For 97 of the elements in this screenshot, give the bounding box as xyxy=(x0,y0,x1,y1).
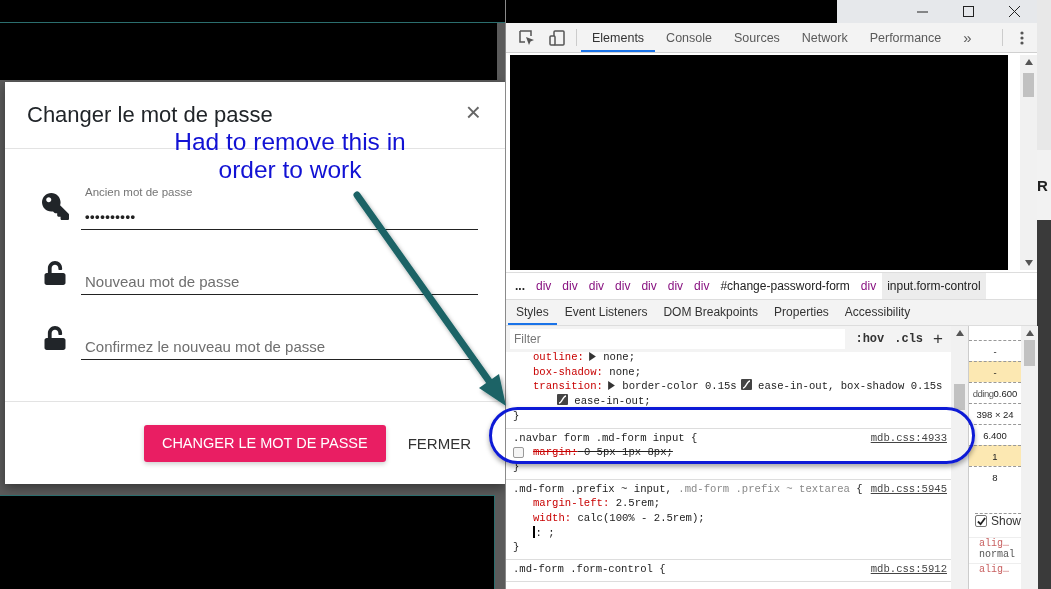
password-field[interactable]: Nouveau mot de passe xyxy=(81,247,478,295)
panel-tab[interactable]: Network xyxy=(790,23,859,52)
box-model-number: - xyxy=(993,345,997,357)
class-button[interactable]: .cls xyxy=(894,332,924,346)
unlocked-padlock-icon xyxy=(43,261,67,285)
checkbox[interactable] xyxy=(513,447,524,459)
box-model-label: dding xyxy=(972,387,994,399)
pane-tab[interactable]: Accessibility xyxy=(836,300,919,325)
scrollbar-thumb[interactable] xyxy=(954,384,965,410)
property-name[interactable]: width: xyxy=(533,512,572,525)
box-model-number: 398 × 24 xyxy=(976,408,1014,420)
property-name[interactable]: margin-left: xyxy=(533,497,610,510)
box-model-number: 6.400 xyxy=(983,429,1007,441)
easing-curve-icon[interactable] xyxy=(740,379,752,391)
property-name[interactable]: box-shadow: xyxy=(533,365,603,378)
breadcrumb[interactable]: div xyxy=(662,273,689,299)
scroll-down-icon xyxy=(1024,260,1033,266)
breadcrumb[interactable]: div xyxy=(610,273,636,299)
breadcrumb[interactable]: div xyxy=(689,273,715,299)
checkmark-icon xyxy=(976,516,986,526)
brace: { xyxy=(659,563,666,576)
property-value: 2.5rem; xyxy=(614,497,661,510)
scroll-up-icon xyxy=(1024,59,1033,65)
breadcrumb[interactable]: div xyxy=(855,273,882,299)
pane-tab[interactable]: DOM Breakpoints xyxy=(655,300,767,325)
close-button[interactable]: × xyxy=(461,99,485,125)
property-text[interactable]: : ; xyxy=(535,526,555,539)
property-value: none; xyxy=(608,365,642,378)
scrollbar[interactable] xyxy=(1021,326,1039,589)
property-value: 0 5px 1px 8px; xyxy=(582,446,673,459)
box-model-number: 8 xyxy=(992,471,998,483)
scrollbar-thumb[interactable] xyxy=(1023,73,1034,97)
annotation-text: Had to remove this in order to work xyxy=(173,128,407,184)
panel-tab[interactable]: Performance xyxy=(858,23,953,52)
scrollbar[interactable] xyxy=(1020,55,1037,270)
more-tabs-button[interactable]: » xyxy=(952,23,983,52)
breadcrumb[interactable]: #change-password-form xyxy=(715,273,855,299)
breadcrumb[interactable]: input.form-control xyxy=(882,273,986,299)
breadcrumb[interactable]: ... xyxy=(510,273,530,299)
mobile-device-icon xyxy=(549,29,565,46)
box-model-number: 0.600 xyxy=(993,387,1018,399)
box-model-number: 1 xyxy=(992,450,998,462)
property-value: ease-in-out, box-shadow 0.15s xyxy=(757,380,943,393)
css-selector[interactable]: .md-form .prefix ~ textarea xyxy=(678,482,850,495)
scrollbar[interactable] xyxy=(951,326,968,589)
css-selector[interactable]: .md-form .form-control xyxy=(513,563,653,576)
unlocked-padlock-icon xyxy=(43,326,67,350)
property-value: border-color 0.15s xyxy=(621,380,737,393)
key-icon xyxy=(41,193,69,220)
page-text: R xyxy=(1037,176,1048,194)
source-link[interactable]: mdb.css:5912 xyxy=(870,562,947,577)
property-value: ease-in-out; xyxy=(573,395,651,408)
checkbox[interactable] xyxy=(975,515,987,527)
property-name[interactable]: margin: xyxy=(533,446,578,459)
breadcrumb[interactable]: div xyxy=(531,273,557,299)
text-caret xyxy=(533,525,535,538)
expand-triangle-icon[interactable] xyxy=(587,352,597,361)
panel-tab[interactable]: Elements xyxy=(581,23,656,52)
source-link[interactable]: mdb.css:4933 xyxy=(870,430,947,446)
property-value: none; xyxy=(602,351,635,363)
change-password-button[interactable]: CHANGER LE MOT DE PASSE xyxy=(143,424,386,462)
pane-tab[interactable]: Event Listeners xyxy=(556,300,656,325)
expand-triangle-icon[interactable] xyxy=(606,381,616,391)
filter-field[interactable]: Filter xyxy=(510,329,846,349)
checkbox-label: Show xyxy=(991,514,1022,528)
css-selector[interactable]: .md-form .prefix ~ input, xyxy=(513,482,672,495)
close-dialog-button[interactable]: FERMER xyxy=(407,434,471,452)
new-rule-button[interactable]: + xyxy=(933,329,947,349)
css-selector[interactable]: .navbar form .md-form input xyxy=(513,431,685,444)
property-name[interactable]: transition: xyxy=(533,380,603,393)
property-value: calc(100% - 2.5rem); xyxy=(576,512,705,525)
property-name[interactable]: outline: xyxy=(533,351,584,363)
brace: } xyxy=(513,409,520,422)
easing-curve-icon[interactable] xyxy=(557,394,568,406)
computed-property-value: normal xyxy=(978,549,1016,560)
maximize-icon xyxy=(962,6,974,17)
breadcrumb[interactable]: div xyxy=(636,273,662,299)
field-label: Ancien mot de passe xyxy=(85,186,193,198)
scrollbar-thumb[interactable] xyxy=(1024,340,1036,366)
brace: { xyxy=(691,431,698,444)
pane-tab[interactable]: Properties xyxy=(766,300,837,325)
source-link[interactable]: mdb.css:5945 xyxy=(870,481,947,497)
brace: { xyxy=(856,482,863,495)
brace: } xyxy=(513,541,520,554)
dialog-title: Changer le mot de passe xyxy=(27,102,273,128)
scroll-up-icon xyxy=(955,330,964,336)
panel-tab[interactable]: Sources xyxy=(723,23,791,52)
box-model-number: - xyxy=(993,366,997,378)
breadcrumb[interactable]: div xyxy=(583,273,610,299)
cursor-in-box-icon xyxy=(519,29,535,46)
kebab-menu-icon xyxy=(1020,30,1024,45)
scroll-up-icon xyxy=(1025,330,1034,336)
breadcrumb[interactable]: div xyxy=(557,273,583,299)
password-field[interactable]: Confirmez le nouveau mot de passe xyxy=(81,312,478,360)
panel-tab[interactable]: Console xyxy=(655,23,723,52)
close-icon xyxy=(1008,6,1020,17)
hover-state-button[interactable]: :hov xyxy=(855,332,885,346)
